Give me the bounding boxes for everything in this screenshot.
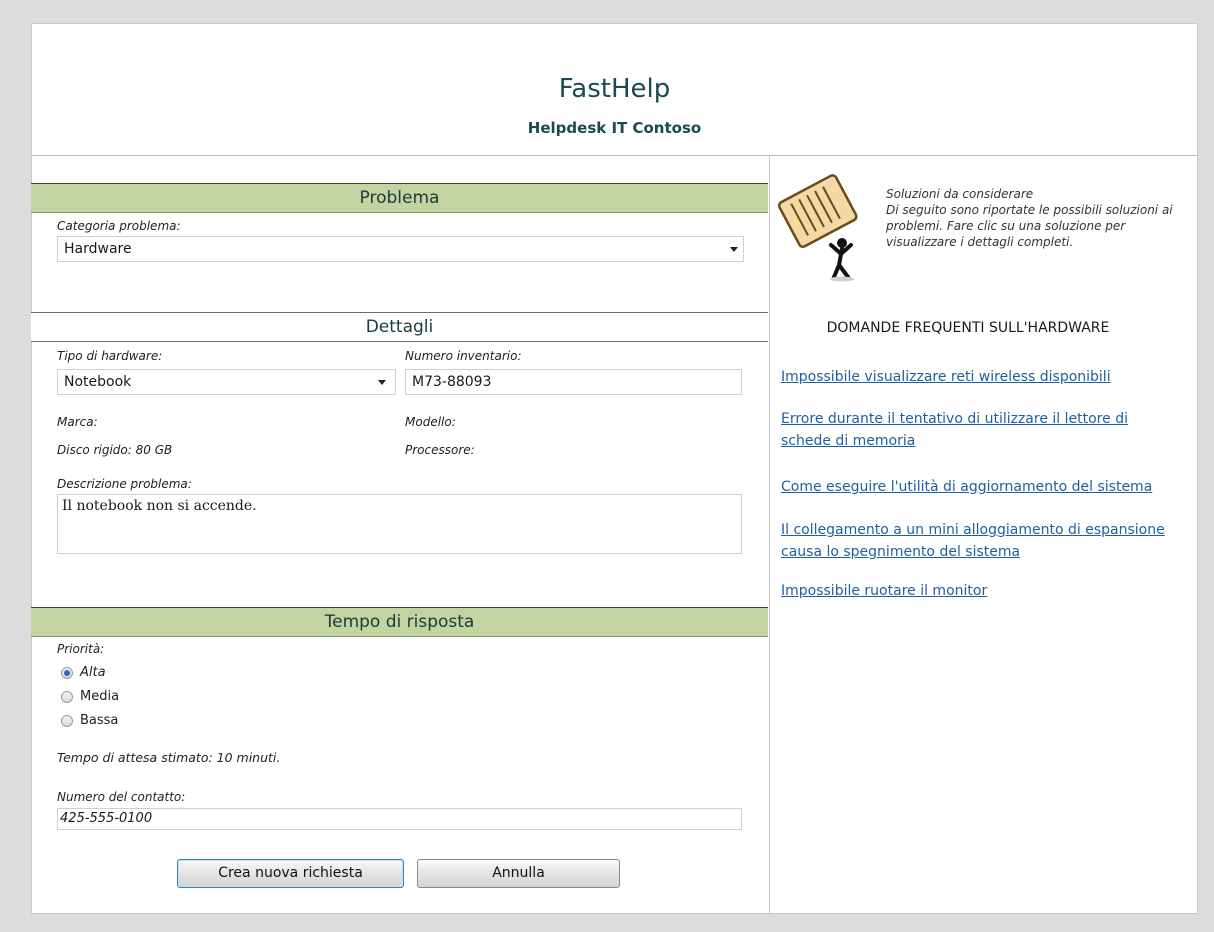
brand-label: Marca: <box>57 415 98 429</box>
contact-label: Numero del contatto: <box>57 790 186 804</box>
priority-label-bassa: Bassa <box>80 713 119 728</box>
section-header-dettagli: Dettagli <box>31 312 768 342</box>
page-header: FastHelp Helpdesk IT Contoso <box>32 24 1197 156</box>
priority-radio-alta[interactable] <box>61 667 73 679</box>
tips-text: Soluzioni da considerare Di seguito sono… <box>886 186 1176 250</box>
disk-label: Disco rigido: 80 GB <box>57 443 173 457</box>
category-select-value: Hardware <box>64 241 132 257</box>
tips-body: Di seguito sono riportate le possibili s… <box>886 203 1173 249</box>
hardware-type-select[interactable]: Notebook <box>57 369 396 395</box>
priority-label-media: Media <box>80 689 120 704</box>
processor-label: Processore: <box>405 443 475 457</box>
hardware-type-value: Notebook <box>64 374 132 390</box>
description-label: Descrizione problema: <box>57 477 192 491</box>
faq-link[interactable]: Impossibile ruotare il monitor <box>781 580 1191 602</box>
inventory-input[interactable]: M73-88093 <box>405 369 742 395</box>
description-textarea[interactable]: Il notebook non si accende. <box>57 494 742 554</box>
chevron-down-icon <box>730 247 738 252</box>
inventory-label: Numero inventario: <box>405 349 522 363</box>
form-frame: FastHelp Helpdesk IT Contoso <box>31 23 1198 914</box>
cancel-button[interactable]: Annulla <box>417 859 620 888</box>
person-carrying-document-icon <box>777 174 858 282</box>
faq-link[interactable]: Il collegamento a un mini alloggiamento … <box>781 519 1201 563</box>
priority-label: Priorità: <box>57 642 105 656</box>
contact-input[interactable]: 425-555-0100 <box>57 808 742 830</box>
app-subtitle: Helpdesk IT Contoso <box>527 119 702 137</box>
model-label: Modello: <box>405 415 456 429</box>
priority-radio-bassa[interactable] <box>61 715 73 727</box>
tips-title: Soluzioni da considerare <box>886 187 1034 201</box>
priority-radio-media[interactable] <box>61 691 73 703</box>
category-select[interactable]: Hardware <box>57 236 744 262</box>
faq-link[interactable]: Impossibile visualizzare reti wireless d… <box>781 366 1191 388</box>
category-label: Categoria problema: <box>57 219 181 233</box>
chevron-down-icon <box>378 380 386 385</box>
faq-link[interactable]: Errore durante il tentativo di utilizzar… <box>781 408 1171 452</box>
create-request-button[interactable]: Crea nuova richiesta <box>177 859 404 888</box>
faq-title: DOMANDE FREQUENTI SULL'HARDWARE <box>826 320 1110 336</box>
hardware-type-label: Tipo di hardware: <box>57 349 163 363</box>
section-header-tempo: Tempo di risposta <box>31 607 768 637</box>
app-title: FastHelp <box>558 74 671 104</box>
wait-time-text: Tempo di attesa stimato: 10 minuti. <box>57 750 281 765</box>
priority-label-alta: Alta <box>80 665 106 680</box>
column-divider <box>769 156 770 914</box>
faq-link[interactable]: Come eseguire l'utilità di aggiornamento… <box>781 476 1191 498</box>
section-header-problema: Problema <box>31 183 768 213</box>
